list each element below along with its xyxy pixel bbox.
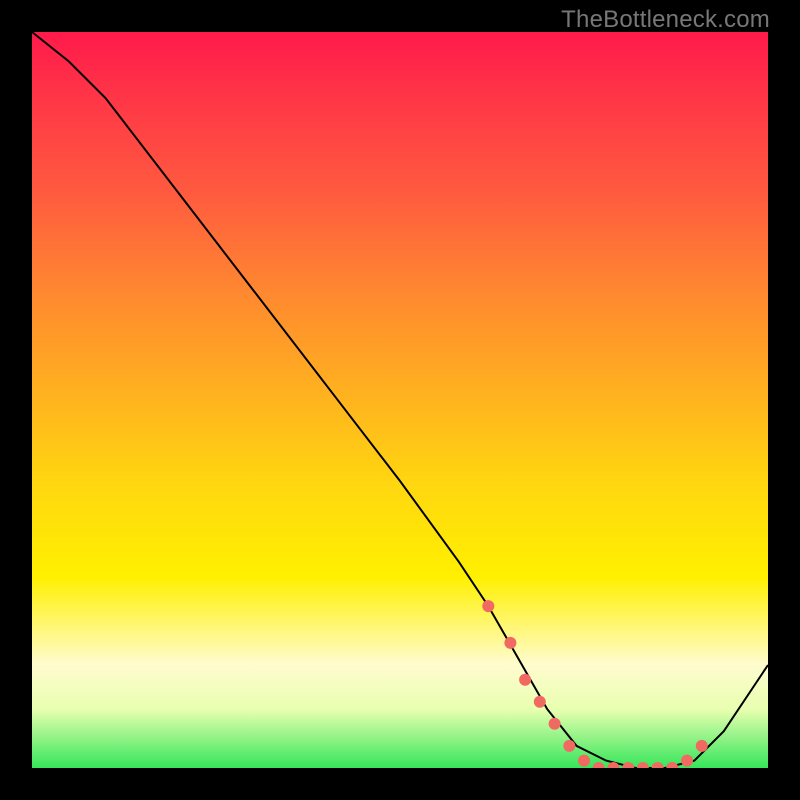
data-marker bbox=[549, 718, 561, 730]
plot-area bbox=[32, 32, 768, 768]
data-marker bbox=[622, 762, 634, 768]
data-marker bbox=[504, 637, 516, 649]
data-marker bbox=[563, 740, 575, 752]
data-marker bbox=[696, 740, 708, 752]
chart-svg bbox=[32, 32, 768, 768]
curve-line bbox=[32, 32, 768, 768]
data-marker bbox=[534, 696, 546, 708]
marker-group bbox=[482, 600, 708, 768]
data-marker bbox=[482, 600, 494, 612]
data-marker bbox=[637, 762, 649, 768]
data-marker bbox=[681, 755, 693, 767]
data-marker bbox=[593, 762, 605, 768]
chart-frame: TheBottleneck.com bbox=[0, 0, 800, 800]
data-marker bbox=[578, 755, 590, 767]
data-marker bbox=[666, 762, 678, 768]
watermark-text: TheBottleneck.com bbox=[561, 6, 770, 34]
data-marker bbox=[652, 762, 664, 768]
data-marker bbox=[519, 674, 531, 686]
